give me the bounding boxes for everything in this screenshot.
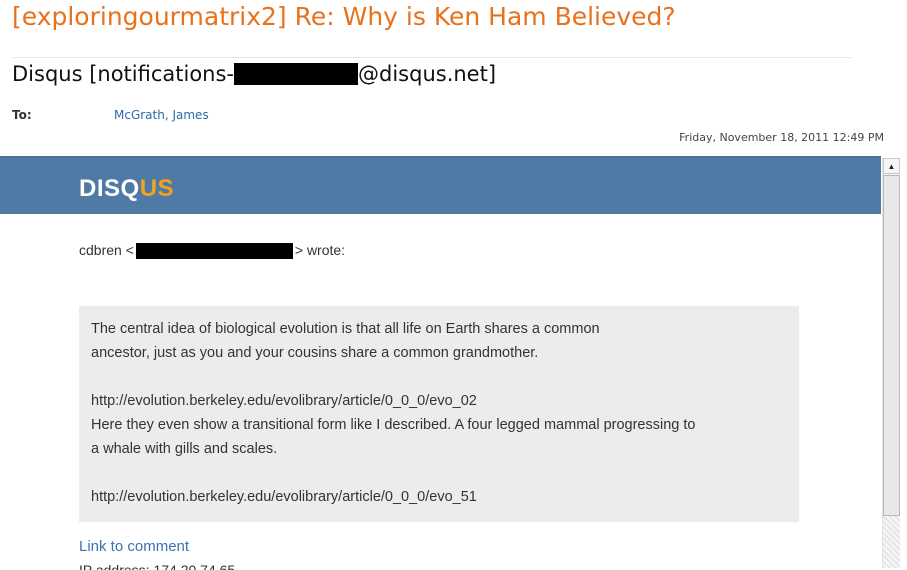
message-body: DISQUS cdbren < > wrote: The central idea…	[0, 156, 881, 570]
redaction-block	[135, 243, 293, 260]
recipient-link[interactable]: McGrath, James	[114, 108, 209, 122]
disqus-banner: DISQUS	[0, 158, 881, 214]
email-subject: [exploringourmatrix2] Re: Why is Ken Ham…	[12, 2, 676, 31]
link-to-comment[interactable]: Link to comment	[79, 538, 189, 555]
quote-line: The central idea of biological evolution…	[91, 321, 600, 337]
ip-address-line: IP address: 174.20.74.65	[79, 562, 236, 570]
quote-line: Here they even show a transitional form …	[91, 417, 696, 433]
comment-quote: The central idea of biological evolution…	[79, 306, 799, 522]
sent-date: Friday, November 18, 2011 12:49 PM	[679, 131, 884, 144]
header-divider	[12, 57, 852, 58]
scroll-up-arrow-icon[interactable]: ▲	[883, 158, 900, 174]
quote-line: http://evolution.berkeley.edu/evolibrary…	[91, 489, 477, 505]
scrollbar-thumb[interactable]	[883, 175, 900, 516]
author-line: cdbren < > wrote:	[79, 242, 346, 260]
sender-prefix: Disqus [notifications-	[12, 62, 235, 86]
disqus-logo: DISQUS	[79, 175, 175, 202]
vertical-scrollbar[interactable]: ▲	[882, 158, 900, 568]
quote-line: a whale with gills and scales.	[91, 441, 278, 457]
redaction-block	[234, 62, 359, 85]
sender-suffix: @disqus.net]	[358, 62, 497, 86]
quote-line: ancestor, just as you and your cousins s…	[91, 345, 539, 361]
author-prefix: cdbren <	[79, 242, 134, 258]
to-label: To:	[12, 108, 32, 122]
author-suffix: > wrote:	[294, 242, 346, 258]
sender-line: Disqus [notifications- @disqus.net]	[12, 62, 496, 86]
quote-line: http://evolution.berkeley.edu/evolibrary…	[91, 393, 477, 409]
scrollbar-track[interactable]	[883, 516, 900, 568]
